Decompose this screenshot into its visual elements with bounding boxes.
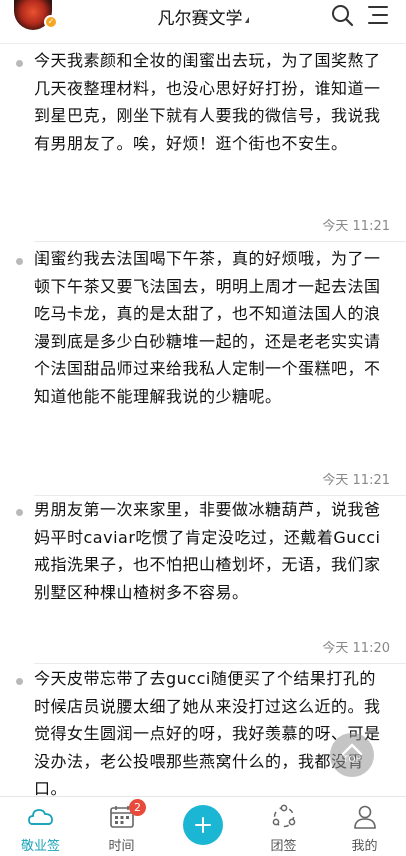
page-title: 凡尔赛文学 bbox=[157, 9, 243, 29]
note-text: 今天皮带忘带了去gucci随便买了个结果打孔的时候店员说腰太细了她从来没打过这么… bbox=[34, 669, 381, 796]
user-icon bbox=[353, 805, 376, 829]
notification-badge: 2 bbox=[129, 799, 146, 816]
note-text: 闺蜜约我去法国喝下午茶，真的好烦哦，为了一顿下午茶又要飞法国去，明明上周才一起去… bbox=[34, 249, 381, 406]
nav-label: 我的 bbox=[351, 839, 378, 854]
bullet-icon bbox=[16, 258, 23, 265]
nav-label: 敬业签 bbox=[20, 839, 60, 854]
dropdown-caret-icon bbox=[244, 17, 249, 23]
bullet-icon bbox=[16, 509, 23, 516]
nav-item-add[interactable] bbox=[162, 797, 243, 856]
top-app-bar: ✓ 凡尔赛文学 bbox=[0, 0, 406, 44]
nav-item-jingyeqian[interactable]: 敬业签 bbox=[0, 797, 81, 856]
bullet-icon bbox=[16, 60, 23, 67]
chevron-up-icon bbox=[341, 743, 363, 756]
bottom-navigation: 敬业签 2 时间 团签 我的 bbox=[0, 796, 406, 856]
cloud-icon bbox=[27, 809, 53, 825]
note-time: 今天 11:20 bbox=[322, 641, 390, 656]
scroll-top-button[interactable]: TOP bbox=[330, 733, 374, 777]
nav-label: 时间 bbox=[108, 839, 135, 854]
note-item[interactable]: 男朋友第一次来家里，非要做冰糖葫芦，说我爸妈平时caviar吃惯了肯定没吃过，还… bbox=[0, 496, 406, 606]
nav-item-team[interactable]: 团签 bbox=[243, 797, 324, 856]
scroll-top-label: TOP bbox=[342, 755, 361, 765]
note-time: 今天 11:21 bbox=[322, 219, 390, 234]
note-feed[interactable]: 今天我素颜和全妆的闺蜜出去玩，为了国奖熬了几天夜整理材料，也没心思好好打扮，谁知… bbox=[0, 44, 406, 796]
nav-item-time[interactable]: 2 时间 bbox=[81, 797, 162, 856]
note-text: 男朋友第一次来家里，非要做冰糖葫芦，说我爸妈平时caviar吃惯了肯定没吃过，还… bbox=[34, 500, 381, 602]
bullet-icon bbox=[16, 678, 23, 685]
divider bbox=[34, 241, 406, 242]
team-icon bbox=[272, 804, 295, 828]
note-text: 今天我素颜和全妆的闺蜜出去玩，为了国奖熬了几天夜整理材料，也没心思好好打扮，谁知… bbox=[34, 51, 381, 153]
note-time: 今天 11:21 bbox=[322, 473, 390, 488]
nav-label: 团签 bbox=[270, 839, 297, 854]
divider bbox=[34, 663, 406, 664]
plus-icon bbox=[182, 805, 223, 845]
menu-icon[interactable] bbox=[366, 3, 390, 27]
nav-item-mine[interactable]: 我的 bbox=[324, 797, 405, 856]
note-item[interactable]: 今天我素颜和全妆的闺蜜出去玩，为了国奖熬了几天夜整理材料，也没心思好好打扮，谁知… bbox=[0, 47, 406, 157]
note-item[interactable]: 今天皮带忘带了去gucci随便买了个结果打孔的时候店员说腰太细了她从来没打过这么… bbox=[0, 665, 406, 796]
search-icon[interactable] bbox=[330, 3, 354, 27]
note-item[interactable]: 闺蜜约我去法国喝下午茶，真的好烦哦，为了一顿下午茶又要飞法国去，明明上周才一起去… bbox=[0, 245, 406, 410]
